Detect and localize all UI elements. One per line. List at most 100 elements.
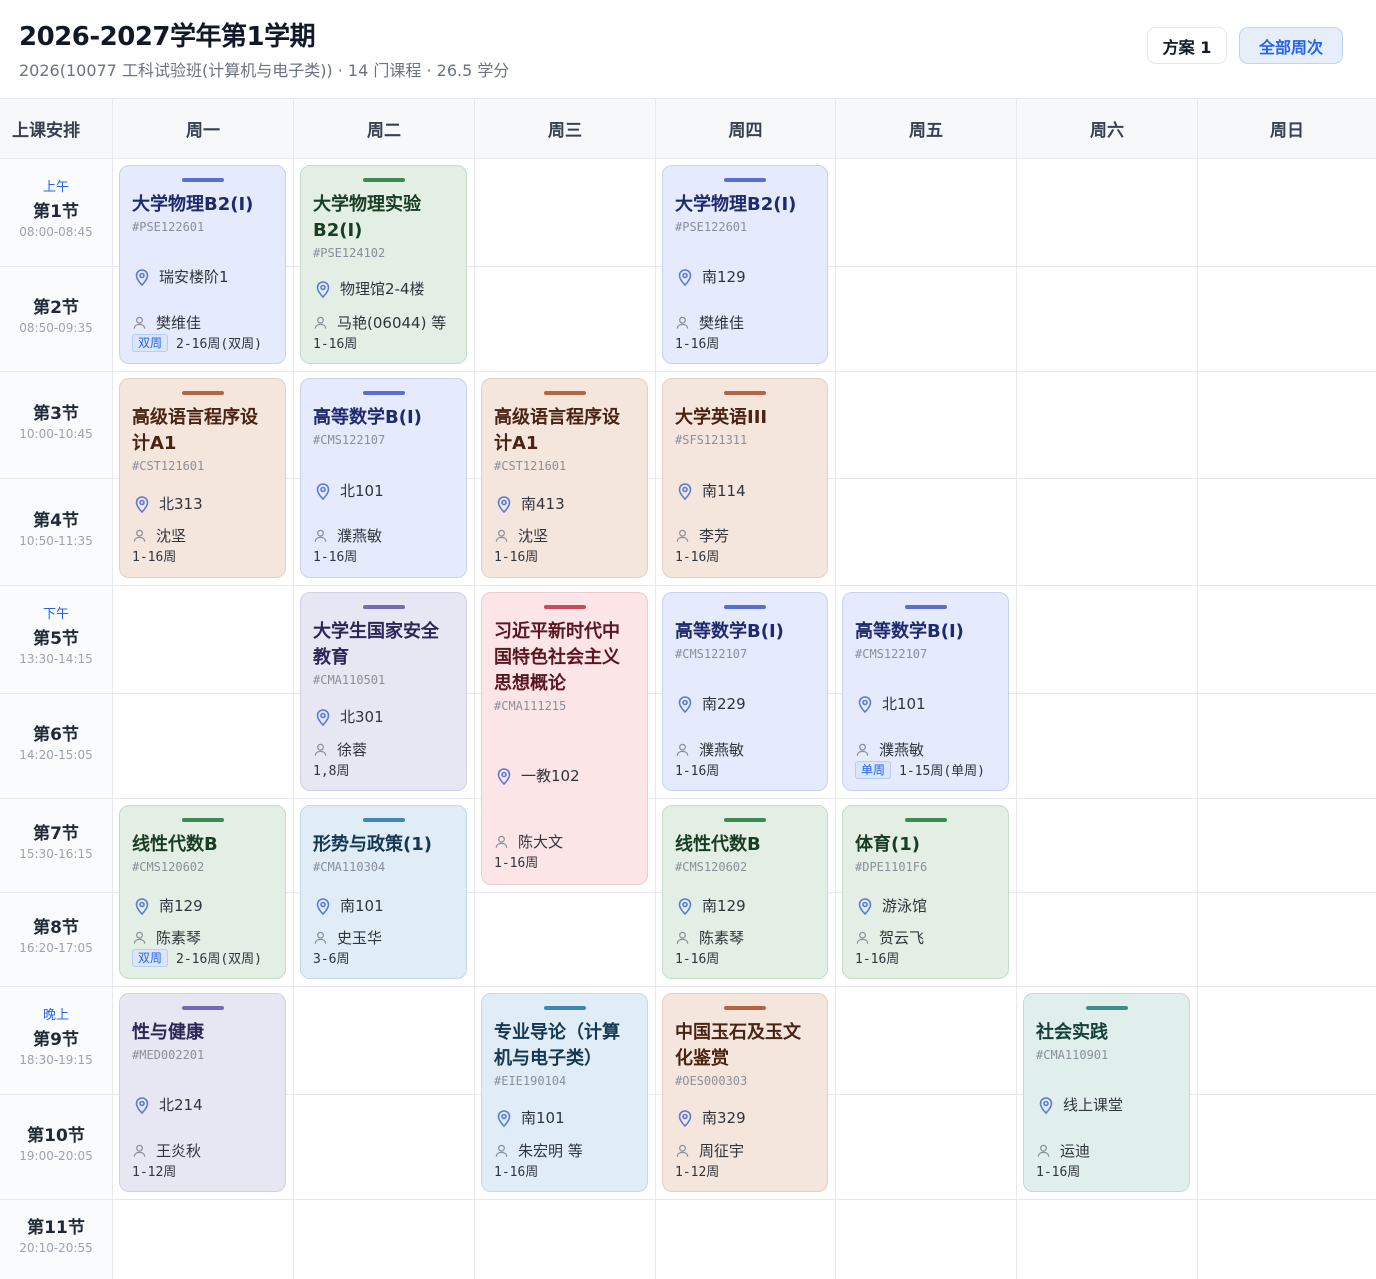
course-color-bar xyxy=(904,605,947,609)
map-pin-icon xyxy=(675,694,695,714)
course-location-text: 物理馆2-4楼 xyxy=(340,280,425,298)
course-teacher: 朱宏明 等 xyxy=(494,1140,639,1161)
course-color-bar xyxy=(362,818,405,822)
map-pin-icon xyxy=(313,707,333,727)
period-name: 第3节 xyxy=(33,403,79,424)
course-name: 社会实践 xyxy=(1036,1022,1108,1043)
user-icon xyxy=(313,315,328,330)
user-icon xyxy=(132,315,147,330)
course-weeks-text: 1-16周 xyxy=(494,550,539,565)
course-weeks-text: 1-16周 xyxy=(675,952,720,967)
course-card[interactable]: 大学物理实验B2(I) #PSE124102 物理馆2-4楼 马艳(06044) 等 1… xyxy=(300,165,467,364)
course-weeks-text: 2-16周(双周) xyxy=(176,952,262,967)
course-name: 高级语言程序设计A1 xyxy=(132,407,258,454)
period-name: 第10节 xyxy=(27,1125,85,1146)
course-card[interactable]: 大学物理B2(I) #PSE122601 瑞安楼阶1 樊维佳 双周 2-16周(双周) xyxy=(119,165,286,364)
map-pin-icon xyxy=(675,267,695,287)
course-card[interactable]: 高等数学B(I) #CMS122107 南229 濮燕敏 1-16周 xyxy=(662,592,828,791)
course-weeks-text: 1-16周 xyxy=(675,337,720,352)
course-card[interactable]: 高级语言程序设计A1 #CST121601 北313 沈坚 1-16周 xyxy=(119,378,286,578)
course-code: #PSE122601 xyxy=(132,220,205,234)
user-icon xyxy=(132,930,147,945)
course-teacher-text: 沈坚 xyxy=(518,527,549,545)
course-location: 南101 xyxy=(494,1107,639,1128)
course-location: 北313 xyxy=(132,493,277,514)
week-parity-badge: 双周 xyxy=(132,948,169,967)
course-card[interactable]: 性与健康 #MED002201 北214 王炎秋 1-12周 xyxy=(119,993,286,1192)
period-name: 第6节 xyxy=(33,724,79,745)
course-teacher-text: 陈大文 xyxy=(518,833,564,851)
course-card[interactable]: 中国玉石及玉文化鉴赏 #OES000303 南329 周征宇 1-12周 xyxy=(662,993,828,1192)
course-weeks: 1-16周 xyxy=(494,1161,639,1180)
course-name: 大学物理B2(I) xyxy=(675,194,797,215)
course-teacher-text: 史玉华 xyxy=(337,929,383,947)
course-name: 大学物理实验B2(I) xyxy=(313,194,421,241)
map-pin-icon xyxy=(313,896,333,916)
course-teacher: 沈坚 xyxy=(132,525,277,546)
plan-button[interactable]: 方案 1 xyxy=(1147,27,1227,64)
course-card[interactable]: 习近平新时代中国特色社会主义思想概论 #CMA111215 一教102 陈大文 1-16… xyxy=(481,592,648,885)
map-pin-icon xyxy=(494,1108,514,1128)
course-code: #CMA110501 xyxy=(313,673,386,687)
course-teacher-text: 马艳(06044) 等 xyxy=(337,314,447,332)
period-label: 第11节 20:10-20:55 xyxy=(0,1213,112,1255)
course-location: 南413 xyxy=(494,493,639,514)
period-name: 第4节 xyxy=(33,510,79,531)
course-code: #PSE124102 xyxy=(313,246,386,260)
period-name: 第7节 xyxy=(33,824,79,844)
grid-column-line xyxy=(1016,98,1017,1279)
course-weeks-text: 1-12周 xyxy=(132,1165,177,1180)
course-code: #EIE190104 xyxy=(494,1074,567,1088)
period-name: 第11节 xyxy=(27,1218,85,1238)
course-card[interactable]: 大学英语III #SFS121311 南114 李芳 1-16周 xyxy=(662,378,828,578)
grid-row-line xyxy=(0,1199,1376,1200)
week-parity-badge: 双周 xyxy=(132,333,169,352)
course-name: 中国玉石及玉文化鉴赏 xyxy=(675,1022,801,1069)
user-icon xyxy=(675,528,690,543)
course-location-text: 南129 xyxy=(159,897,203,915)
period-segment: 晚上 xyxy=(42,1008,69,1023)
course-card[interactable]: 线性代数B #CMS120602 南129 陈素琴 双周 2-16周(双周) xyxy=(119,805,286,979)
user-icon xyxy=(313,742,328,757)
course-color-bar xyxy=(543,605,586,609)
course-weeks-text: 1-16周 xyxy=(675,764,720,779)
course-card[interactable]: 形势与政策(1) #CMA110304 南101 史玉华 3-6周 xyxy=(300,805,467,979)
course-card[interactable]: 高级语言程序设计A1 #CST121601 南413 沈坚 1-16周 xyxy=(481,378,648,578)
course-card[interactable]: 大学物理B2(I) #PSE122601 南129 樊维佳 1-16周 xyxy=(662,165,828,364)
period-time: 15:30-16:15 xyxy=(19,847,93,861)
course-location-text: 线上课堂 xyxy=(1063,1096,1124,1114)
course-weeks-text: 1-16周 xyxy=(855,952,900,967)
course-card[interactable]: 体育(1) #DPE1101F6 游泳馆 贺云飞 1-16周 xyxy=(842,805,1009,979)
course-code: #OES000303 xyxy=(675,1074,748,1088)
course-card[interactable]: 专业导论（计算机与电子类） #EIE190104 南101 朱宏明 等 1-16周 xyxy=(481,993,648,1192)
course-weeks-text: 1,8周 xyxy=(313,764,350,779)
course-code: #CMA110901 xyxy=(1036,1048,1109,1062)
course-card[interactable]: 社会实践 #CMA110901 线上课堂 运迪 1-16周 xyxy=(1023,993,1190,1192)
user-icon xyxy=(313,528,328,543)
course-location: 线上课堂 xyxy=(1036,1094,1181,1115)
course-card[interactable]: 线性代数B #CMS120602 南129 陈素琴 1-16周 xyxy=(662,805,828,979)
period-time: 18:30-19:15 xyxy=(19,1053,93,1067)
course-weeks-text: 1-16周 xyxy=(1036,1165,1081,1180)
period-time: 14:20-15:05 xyxy=(19,747,93,762)
course-card[interactable]: 高等数学B(I) #CMS122107 北101 濮燕敏 单周 1-15周(单周) xyxy=(842,592,1009,791)
course-color-bar xyxy=(362,605,405,609)
course-color-bar xyxy=(724,818,766,822)
grid-row-line xyxy=(0,158,1376,159)
course-teacher: 樊维佳 xyxy=(675,312,819,333)
period-label: 第8节 16:20-17:05 xyxy=(0,913,112,955)
user-icon xyxy=(132,1143,147,1158)
course-weeks: 3-6周 xyxy=(313,948,458,967)
course-name: 习近平新时代中国特色社会主义思想概论 xyxy=(494,621,620,694)
user-icon xyxy=(675,315,690,330)
course-card[interactable]: 高等数学B(I) #CMS122107 北101 濮燕敏 1-16周 xyxy=(300,378,467,578)
day-header-fri: 周五 xyxy=(909,120,943,141)
course-name: 高等数学B(I) xyxy=(675,621,784,642)
course-teacher-text: 濮燕敏 xyxy=(879,741,925,759)
all-weeks-button[interactable]: 全部周次 xyxy=(1239,27,1343,64)
user-icon xyxy=(494,1143,509,1158)
map-pin-icon xyxy=(855,694,875,714)
course-card[interactable]: 大学生国家安全教育 #CMA110501 北301 徐蓉 1,8周 xyxy=(300,592,467,791)
course-code: #CMS122107 xyxy=(855,647,928,661)
course-teacher-text: 陈素琴 xyxy=(156,929,202,947)
